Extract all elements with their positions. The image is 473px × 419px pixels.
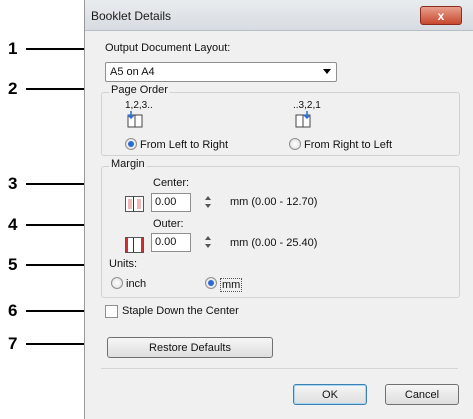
separator [101, 368, 458, 369]
output-layout-label: Output Document Layout: [105, 42, 231, 54]
callout-4: 4 [8, 215, 18, 234]
center-label: Center: [153, 177, 190, 189]
staple-checkbox[interactable] [105, 305, 118, 318]
outer-label: Outer: [153, 218, 184, 230]
callout-1: 1 [8, 39, 18, 58]
units-label: Units: [109, 258, 138, 270]
center-range: mm (0.00 - 12.70) [230, 196, 318, 208]
unit-mm-label: mm [220, 278, 243, 292]
outer-margin-input[interactable]: 0.00 [151, 233, 191, 252]
spin-down-icon[interactable] [205, 204, 211, 208]
callout-5: 5 [8, 255, 18, 274]
spin-up-icon[interactable] [205, 236, 211, 240]
output-layout-select[interactable]: A5 on A4 [105, 62, 337, 82]
radio-unit-inch[interactable] [111, 277, 123, 289]
unit-inch-label: inch [126, 278, 147, 290]
rtl-label: From Right to Left [304, 139, 393, 151]
outer-margin-value: 0.00 [155, 236, 177, 248]
center-margin-icon [125, 196, 144, 212]
ok-button[interactable]: OK [293, 384, 367, 405]
page-order-title: Page Order [109, 84, 170, 96]
ltr-label: From Left to Right [140, 139, 229, 151]
close-button[interactable]: x [420, 6, 462, 25]
radio-left-to-right[interactable] [125, 138, 137, 150]
margin-title: Margin [109, 158, 147, 170]
spin-up-icon[interactable] [205, 196, 211, 200]
booklet-ltr-icon [127, 111, 143, 128]
close-icon: x [437, 8, 445, 23]
booklet-rtl-icon [295, 111, 311, 128]
output-layout-value: A5 on A4 [110, 66, 155, 78]
dialog-title: Booklet Details [91, 9, 172, 23]
center-margin-value: 0.00 [155, 196, 177, 208]
outer-margin-spinner[interactable] [205, 234, 213, 251]
callout-3: 3 [8, 174, 18, 193]
booklet-details-dialog: Booklet Details x Output Document Layout… [84, 0, 473, 419]
radio-unit-mm[interactable] [205, 277, 217, 289]
cancel-button[interactable]: Cancel [385, 384, 459, 405]
spin-down-icon[interactable] [205, 244, 211, 248]
center-margin-spinner[interactable] [205, 194, 213, 211]
staple-label: Staple Down the Center [122, 305, 239, 317]
center-margin-input[interactable]: 0.00 [151, 193, 191, 212]
chevron-down-icon [323, 69, 331, 74]
radio-right-to-left[interactable] [289, 138, 301, 150]
title-bar[interactable]: Booklet Details x [85, 0, 473, 31]
outer-range: mm (0.00 - 25.40) [230, 237, 318, 249]
restore-defaults-button[interactable]: Restore Defaults [107, 337, 273, 358]
callout-6: 6 [8, 301, 18, 320]
outer-margin-icon [125, 237, 144, 253]
callout-7: 7 [8, 334, 18, 353]
callout-2: 2 [8, 79, 18, 98]
